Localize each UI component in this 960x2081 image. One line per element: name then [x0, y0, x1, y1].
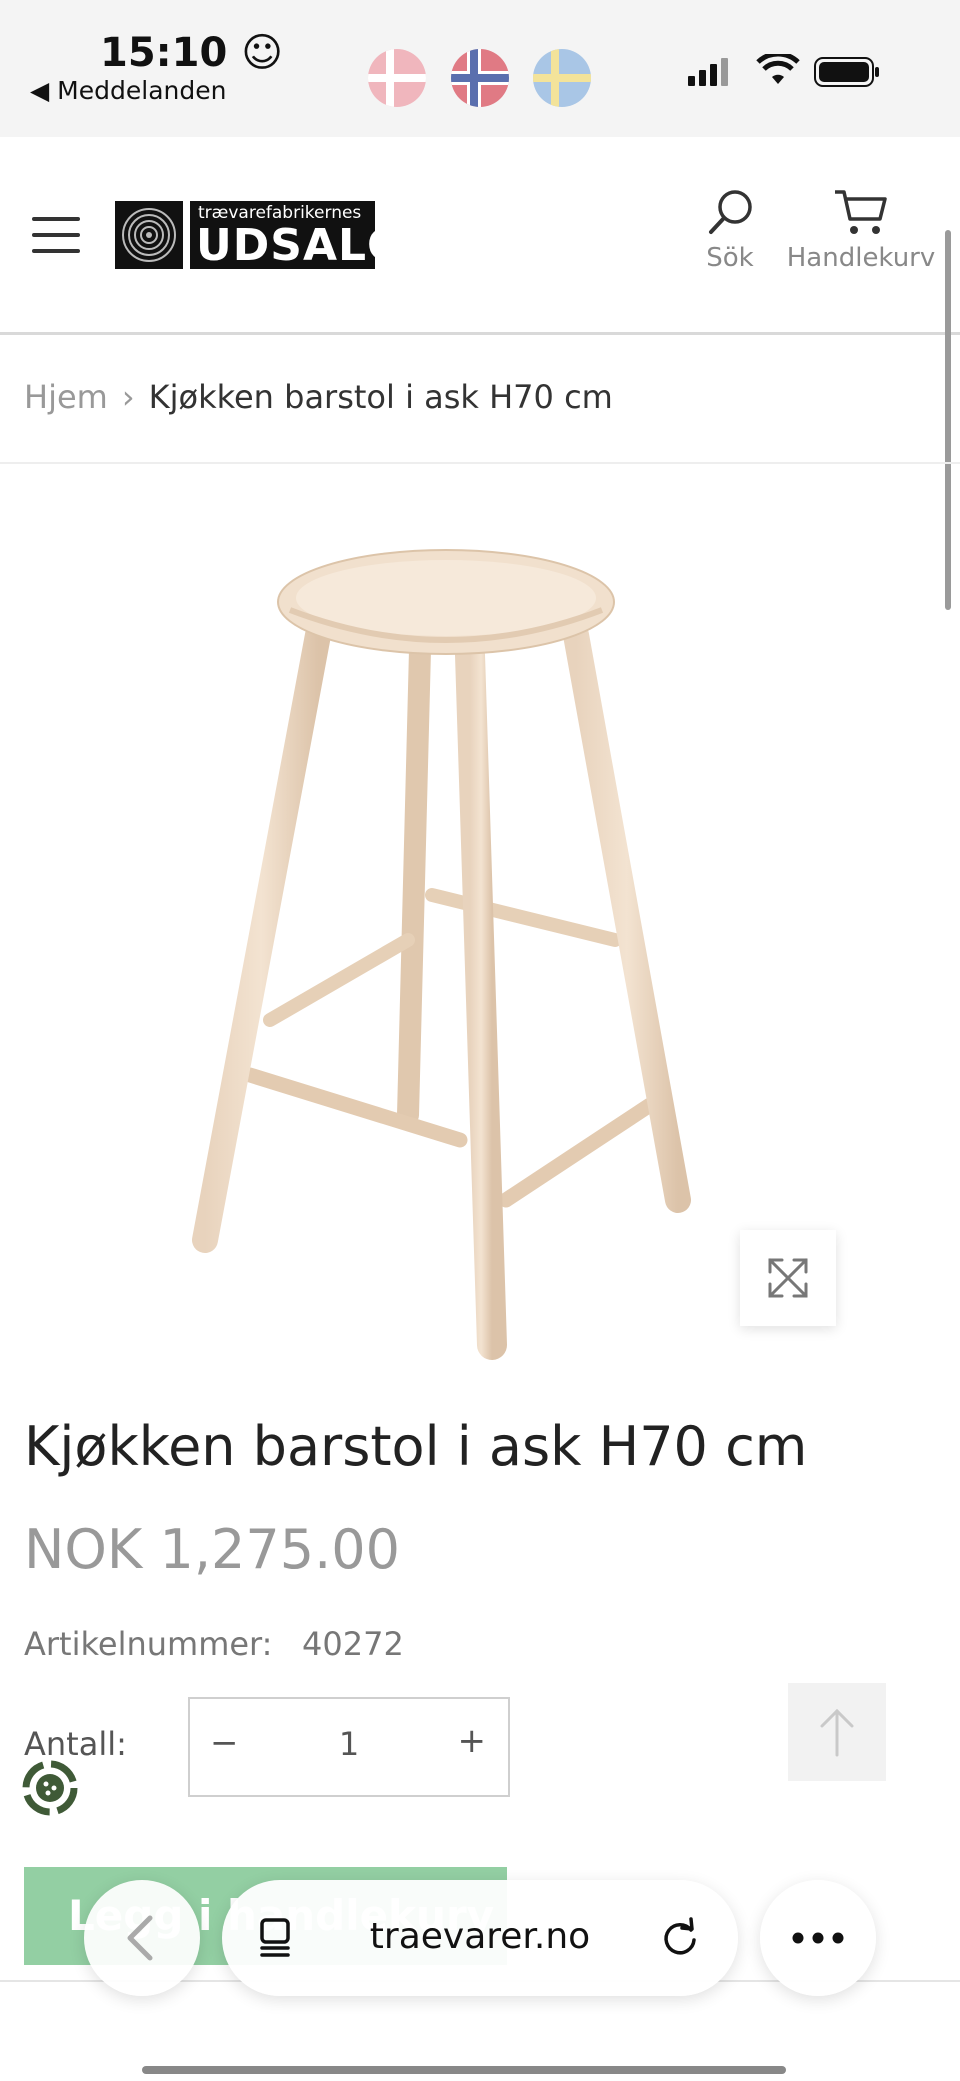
zoom-button[interactable] [740, 1230, 836, 1326]
more-dots-icon [792, 1932, 844, 1944]
logo-wordmark: UDSALG [196, 220, 405, 271]
product-image[interactable] [170, 540, 730, 1370]
browser-back-button[interactable] [84, 1880, 200, 1996]
breadcrumb-current: Kjøkken barstol i ask H70 cm [148, 378, 613, 416]
status-bar: 15:10 ☺ ◀ Meddelanden [0, 0, 960, 137]
denmark-flag-icon[interactable] [368, 49, 426, 107]
search-icon [709, 190, 752, 234]
cookie-consent-icon[interactable] [14, 1752, 86, 1824]
home-indicator[interactable] [142, 2066, 786, 2074]
search-label: Sök [706, 243, 754, 273]
logo-emblem-icon[interactable] [115, 201, 183, 269]
cellular-signal-icon [688, 58, 732, 90]
breadcrumb-separator: › [121, 378, 135, 416]
divider [0, 462, 960, 464]
arrow-up-icon [820, 1708, 854, 1757]
browser-more-button[interactable] [760, 1880, 876, 1996]
norway-flag-icon[interactable] [451, 49, 509, 107]
reload-icon[interactable] [658, 1916, 702, 1964]
sku-value: 40272 [302, 1625, 404, 1663]
cart-icon [835, 190, 887, 234]
quantity-stepper: − 1 + [188, 1697, 510, 1797]
search-button[interactable]: Sök [700, 187, 760, 273]
product-price: NOK 1,275.00 [24, 1518, 400, 1581]
site-logo[interactable]: trævarefabrikernes UDSALG [190, 201, 403, 271]
sku-label: Artikelnummer: [24, 1625, 273, 1663]
battery-icon [814, 57, 880, 91]
cart-button[interactable]: Handlekurv [786, 187, 936, 273]
product-title: Kjøkken barstol i ask H70 cm [24, 1415, 808, 1478]
quantity-increase-button[interactable]: + [458, 1721, 487, 1761]
site-header: trævarefabrikernes UDSALG Sök Handlekurv [0, 137, 960, 335]
status-time: 15:10 ☺ [100, 30, 283, 76]
sweden-flag-icon[interactable] [533, 49, 591, 107]
wifi-icon [756, 51, 800, 90]
browser-address-bar[interactable]: traevarer.no [222, 1880, 738, 1996]
cart-label: Handlekurv [786, 243, 936, 273]
hamburger-menu-icon[interactable] [32, 217, 80, 253]
scroll-to-top-button[interactable] [788, 1683, 886, 1781]
breadcrumb-home-link[interactable]: Hjem [24, 378, 108, 416]
expand-icon [768, 1258, 808, 1298]
page-scrollbar[interactable] [945, 230, 951, 610]
breadcrumb: Hjem › Kjøkken barstol i ask H70 cm [24, 378, 613, 416]
chevron-left-icon [127, 1915, 153, 1961]
back-to-app-link[interactable]: ◀ Meddelanden [30, 76, 226, 105]
